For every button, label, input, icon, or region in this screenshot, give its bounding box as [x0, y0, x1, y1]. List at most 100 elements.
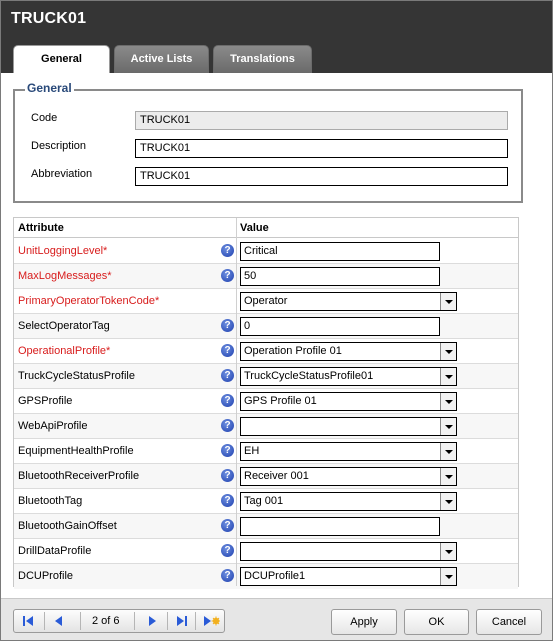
attribute-name: GPSProfile — [18, 395, 73, 407]
help-icon[interactable]: ? — [221, 369, 234, 382]
attribute-name: BluetoothGainOffset — [18, 520, 117, 532]
tab-general[interactable]: General — [13, 45, 110, 73]
chevron-down-icon[interactable] — [440, 493, 456, 510]
attribute-row-select-operator-tag: SelectOperatorTag ? 0 — [14, 314, 518, 339]
select-value: Tag 001 — [244, 495, 284, 507]
help-icon[interactable]: ? — [221, 269, 234, 282]
attribute-name: TruckCycleStatusProfile — [18, 370, 135, 382]
record-pager: 2 of 6 — [13, 609, 225, 633]
general-group-legend: General — [25, 81, 74, 95]
pager-divider — [167, 612, 168, 630]
abbreviation-field[interactable]: TRUCK01 — [135, 167, 508, 186]
help-icon[interactable]: ? — [221, 444, 234, 457]
drill-data-profile-select[interactable] — [240, 542, 457, 561]
chevron-down-icon[interactable] — [440, 293, 456, 310]
ok-button[interactable]: OK — [404, 609, 469, 635]
tab-active-lists[interactable]: Active Lists — [114, 45, 209, 73]
pager-divider — [134, 612, 135, 630]
attribute-row-bluetooth-gain-offset: BluetoothGainOffset ? — [14, 514, 518, 539]
bluetooth-tag-select[interactable]: Tag 001 — [240, 492, 457, 511]
operational-profile-select[interactable]: Operation Profile 01 — [240, 342, 457, 361]
bluetooth-gain-offset-input[interactable] — [240, 517, 440, 536]
window-title: TRUCK01 — [11, 10, 87, 27]
chevron-down-icon[interactable] — [440, 443, 456, 460]
equipment-health-profile-select[interactable]: EH — [240, 442, 457, 461]
help-icon[interactable]: ? — [221, 319, 234, 332]
description-field[interactable]: TRUCK01 — [135, 139, 508, 158]
truck-cycle-status-profile-select[interactable]: TruckCycleStatusProfile01 — [240, 367, 457, 386]
dialog-window: TRUCK01 General Active Lists Translation… — [0, 0, 553, 641]
select-value: GPS Profile 01 — [244, 395, 317, 407]
attribute-name: DCUProfile — [18, 570, 74, 582]
cancel-button[interactable]: Cancel — [476, 609, 542, 635]
previous-page-icon[interactable] — [52, 615, 66, 627]
select-value: DCUProfile1 — [244, 570, 306, 582]
help-icon[interactable]: ? — [221, 344, 234, 357]
description-label: Description — [31, 140, 87, 152]
attribute-row-dcu-profile: DCUProfile ? DCUProfile1 — [14, 564, 518, 589]
unit-logging-level-input[interactable]: Critical — [240, 242, 440, 261]
code-field: TRUCK01 — [135, 111, 508, 130]
value-column-header: Value — [240, 222, 269, 234]
max-log-messages-input[interactable]: 50 — [240, 267, 440, 286]
title-bar: TRUCK01 — [1, 1, 552, 41]
select-value: Receiver 001 — [244, 470, 309, 482]
attribute-name: UnitLoggingLevel* — [18, 245, 108, 257]
first-page-icon[interactable] — [22, 615, 36, 627]
help-icon[interactable]: ? — [221, 519, 234, 532]
chevron-down-icon[interactable] — [440, 543, 456, 560]
attribute-name: OperationalProfile* — [18, 345, 111, 357]
chevron-down-icon[interactable] — [440, 568, 456, 585]
primary-operator-token-code-select[interactable]: Operator — [240, 292, 457, 311]
help-icon[interactable]: ? — [221, 394, 234, 407]
select-value: TruckCycleStatusProfile01 — [244, 370, 374, 382]
help-icon[interactable]: ? — [221, 419, 234, 432]
bluetooth-receiver-profile-select[interactable]: Receiver 001 — [240, 467, 457, 486]
help-icon[interactable]: ? — [221, 469, 234, 482]
new-record-icon[interactable] — [202, 615, 220, 627]
attribute-name: BluetoothReceiverProfile — [18, 470, 140, 482]
next-page-icon[interactable] — [145, 615, 159, 627]
attribute-row-bluetooth-receiver-profile: BluetoothReceiverProfile ? Receiver 001 — [14, 464, 518, 489]
help-icon[interactable]: ? — [221, 569, 234, 582]
attribute-row-max-log-messages: MaxLogMessages* ? 50 — [14, 264, 518, 289]
page-indicator: 2 of 6 — [92, 615, 120, 627]
tab-translations[interactable]: Translations — [213, 45, 312, 73]
attribute-row-equipment-health-profile: EquipmentHealthProfile ? EH — [14, 439, 518, 464]
attribute-table-header: Attribute Value — [14, 218, 518, 238]
chevron-down-icon[interactable] — [440, 393, 456, 410]
attribute-table: Attribute Value UnitLoggingLevel* ? Crit… — [13, 217, 519, 589]
attribute-row-primary-operator-token-code: PrimaryOperatorTokenCode* Operator — [14, 289, 518, 314]
dcu-profile-select[interactable]: DCUProfile1 — [240, 567, 457, 586]
attribute-name: SelectOperatorTag — [18, 320, 110, 332]
select-value: Operator — [244, 295, 288, 307]
chevron-down-icon[interactable] — [440, 343, 456, 360]
attribute-row-unit-logging-level: UnitLoggingLevel* ? Critical — [14, 239, 518, 264]
help-icon[interactable]: ? — [221, 494, 234, 507]
chevron-down-icon[interactable] — [440, 468, 456, 485]
help-icon[interactable]: ? — [221, 544, 234, 557]
tab-strip: General Active Lists Translations — [1, 41, 552, 73]
attribute-column-header: Attribute — [18, 222, 64, 234]
attribute-row-drill-data-profile: DrillDataProfile ? — [14, 539, 518, 564]
select-operator-tag-input[interactable]: 0 — [240, 317, 440, 336]
general-group: General Code TRUCK01 Description TRUCK01… — [13, 81, 523, 203]
apply-button[interactable]: Apply — [331, 609, 397, 635]
attribute-name: PrimaryOperatorTokenCode* — [18, 295, 160, 307]
attribute-name: EquipmentHealthProfile — [18, 445, 134, 457]
chevron-down-icon[interactable] — [440, 368, 456, 385]
attribute-name: BluetoothTag — [18, 495, 83, 507]
attribute-row-truck-cycle-status-profile: TruckCycleStatusProfile ? TruckCycleStat… — [14, 364, 518, 389]
last-page-icon[interactable] — [174, 615, 188, 627]
attribute-row-bluetooth-tag: BluetoothTag ? Tag 001 — [14, 489, 518, 514]
chevron-down-icon[interactable] — [440, 418, 456, 435]
pager-divider — [195, 612, 196, 630]
column-divider — [236, 218, 237, 586]
pager-divider — [44, 612, 45, 630]
attribute-name: WebApiProfile — [18, 420, 88, 432]
gps-profile-select[interactable]: GPS Profile 01 — [240, 392, 457, 411]
help-icon[interactable]: ? — [221, 244, 234, 257]
web-api-profile-select[interactable] — [240, 417, 457, 436]
abbreviation-label: Abbreviation — [31, 168, 93, 180]
general-tab-content: General Code TRUCK01 Description TRUCK01… — [1, 73, 552, 598]
